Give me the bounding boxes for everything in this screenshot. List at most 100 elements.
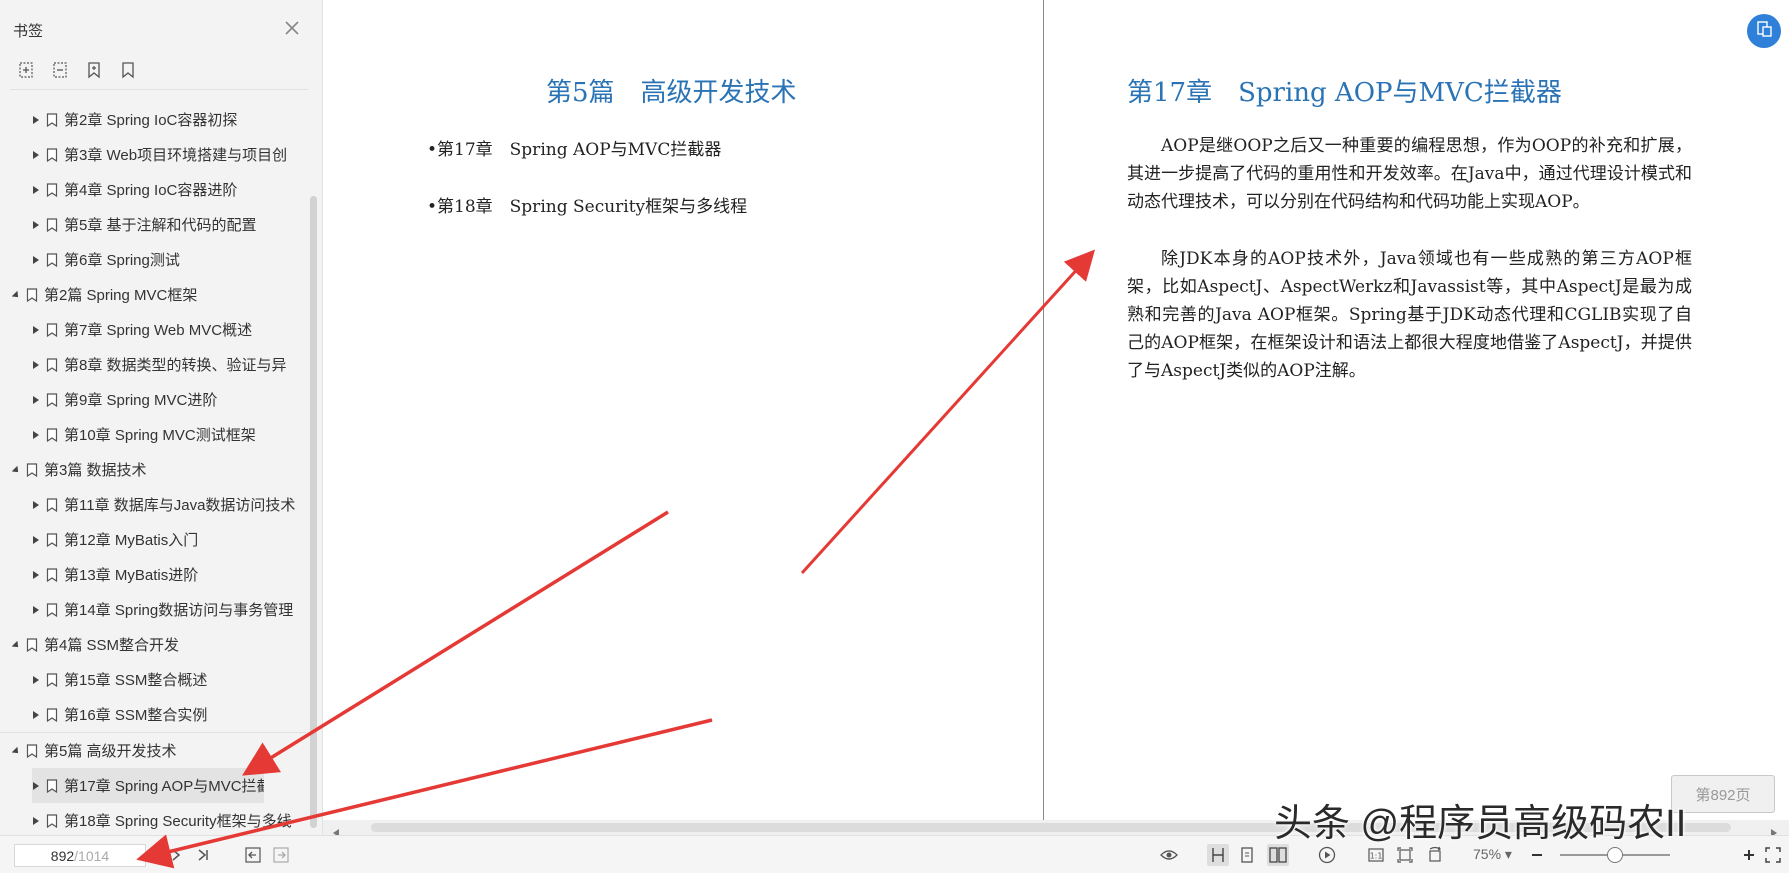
bookmark-label: 第6章 Spring测试 — [64, 252, 180, 269]
fit-page-icon[interactable] — [1394, 844, 1416, 866]
collapsed-triangle-icon[interactable] — [32, 605, 40, 615]
page-number-indicator: 第892页 — [1671, 775, 1775, 813]
collapsed-triangle-icon[interactable] — [32, 570, 40, 580]
bookmark-part[interactable]: 第5篇 高级开发技术 — [0, 732, 306, 768]
continuous-view-icon[interactable] — [1236, 844, 1258, 866]
page-number-input[interactable]: 892/1014 — [14, 844, 146, 867]
two-page-view-icon[interactable] — [1267, 844, 1289, 866]
rotate-icon[interactable] — [1424, 844, 1446, 866]
bookmark-part[interactable]: 第3篇 数据技术 — [0, 452, 306, 487]
paragraph: AOP是继OOP之后又一种重要的编程思想，作为OOP的补充和扩展，其进一步提高了… — [1127, 136, 1692, 212]
bookmark-chapter[interactable]: 第8章 数据类型的转换、验证与异 — [0, 347, 306, 382]
bookmark-label: 第4篇 SSM整合开发 — [44, 637, 180, 654]
expand-all-icon[interactable] — [14, 58, 38, 82]
zoom-in-icon[interactable] — [1738, 844, 1760, 866]
collapsed-triangle-icon[interactable] — [32, 710, 40, 720]
document-view: 第5篇 高级开发技术 •第17章 Spring AOP与MVC拦截器 •第18章… — [323, 0, 1789, 820]
collapsed-triangle-icon[interactable] — [32, 220, 40, 230]
collapsed-triangle-icon[interactable] — [32, 430, 40, 440]
chevron-down-icon: ▾ — [1504, 846, 1512, 862]
bookmark-chapter[interactable]: 第5章 基于注解和代码的配置 — [0, 207, 306, 242]
expanded-triangle-icon[interactable] — [12, 746, 20, 756]
eye-icon[interactable] — [1158, 844, 1180, 866]
toc-entry[interactable]: •第18章 Spring Security框架与多线程 — [427, 192, 747, 217]
bookmark-label: 第4章 Spring IoC容器进阶 — [64, 182, 238, 199]
close-icon[interactable] — [280, 16, 304, 40]
bookmark-icon — [46, 147, 58, 162]
bookmark-chapter[interactable]: 第11章 数据库与Java数据访问技术 — [0, 487, 306, 522]
convert-icon — [1755, 20, 1773, 43]
expanded-triangle-icon[interactable] — [12, 640, 20, 650]
collapsed-triangle-icon[interactable] — [32, 535, 40, 545]
bookmark-chapter[interactable]: 第7章 Spring Web MVC概述 — [0, 312, 306, 347]
bookmark-icon — [46, 497, 58, 512]
bookmark-icon — [26, 287, 38, 302]
bookmark-icon — [46, 252, 58, 267]
bookmark-chapter[interactable]: 第14章 Spring数据访问与事务管理 — [0, 592, 306, 627]
collapsed-triangle-icon[interactable] — [32, 500, 40, 510]
bookmark-chapter[interactable]: 第9章 Spring MVC进阶 — [0, 382, 306, 417]
part-title: 第5篇 高级开发技术 — [546, 78, 797, 108]
zoom-select[interactable]: 75% ▾ — [1473, 846, 1512, 863]
bookmark-chapter[interactable]: 第18章 Spring Security框架与多线 — [0, 803, 306, 838]
collapsed-triangle-icon[interactable] — [32, 150, 40, 160]
bookmark-label: 第15章 SSM整合概述 — [64, 672, 208, 689]
bookmark-chapter[interactable]: 第17章 Spring AOP与MVC拦截器 — [32, 768, 264, 803]
current-page: 892 — [50, 847, 75, 864]
bookmark-label: 第8章 数据类型的转换、验证与异 — [64, 357, 287, 374]
bookmark-icon — [46, 112, 58, 127]
bookmark-part[interactable]: 第4篇 SSM整合开发 — [0, 627, 306, 662]
bookmark-chapter[interactable]: 第13章 MyBatis进阶 — [0, 557, 306, 592]
bookmark-chapter[interactable]: 第12章 MyBatis入门 — [0, 522, 306, 557]
collapsed-triangle-icon[interactable] — [32, 115, 40, 125]
bookmark-chapter[interactable]: 第16章 SSM整合实例 — [0, 697, 306, 732]
bookmark-tree: 第2章 Spring IoC容器初探 第3章 Web项目环境搭建与项目创第4章 S… — [0, 102, 306, 838]
bookmark-label: 第12章 MyBatis入门 — [64, 532, 199, 549]
bookmark-chapter[interactable]: 第3章 Web项目环境搭建与项目创 — [0, 137, 306, 172]
last-page-icon[interactable] — [192, 844, 214, 866]
bookmark-icon — [46, 357, 58, 372]
bookmark-icon — [46, 707, 58, 722]
bookmark-chapter[interactable]: 第15章 SSM整合概述 — [0, 662, 306, 697]
sidebar-scrollbar[interactable] — [310, 196, 317, 828]
collapsed-triangle-icon[interactable] — [32, 185, 40, 195]
expanded-triangle-icon[interactable] — [12, 465, 20, 475]
collapse-all-icon[interactable] — [48, 58, 72, 82]
collapsed-triangle-icon[interactable] — [32, 360, 40, 370]
zoom-slider-handle[interactable] — [1607, 847, 1623, 863]
expanded-triangle-icon[interactable] — [12, 290, 20, 300]
add-bookmark-icon[interactable] — [82, 58, 106, 82]
bookmark-chapter[interactable]: 第10章 Spring MVC测试框架 — [0, 417, 306, 452]
total-pages: 1014 — [78, 847, 110, 864]
bookmark-icon — [26, 637, 38, 652]
back-icon[interactable] — [242, 844, 264, 866]
collapsed-triangle-icon[interactable] — [32, 325, 40, 335]
collapsed-triangle-icon[interactable] — [32, 675, 40, 685]
collapsed-triangle-icon[interactable] — [32, 781, 40, 791]
zoom-out-icon[interactable] — [1526, 844, 1548, 866]
actual-size-icon[interactable]: 1:1 — [1365, 844, 1387, 866]
next-page-icon[interactable] — [165, 844, 187, 866]
bookmark-icon[interactable] — [116, 58, 140, 82]
bookmark-icon — [46, 322, 58, 337]
forward-icon[interactable] — [270, 844, 292, 866]
page-divider — [1043, 0, 1044, 820]
bookmark-icon — [46, 602, 58, 617]
bookmark-icon — [26, 743, 38, 758]
convert-tool-button[interactable] — [1747, 14, 1781, 48]
bookmark-chapter[interactable]: 第4章 Spring IoC容器进阶 — [0, 172, 306, 207]
toc-entry[interactable]: •第17章 Spring AOP与MVC拦截器 — [427, 135, 721, 160]
bookmark-chapter[interactable]: 第6章 Spring测试 — [0, 242, 306, 277]
bookmark-chapter[interactable]: 第2章 Spring IoC容器初探 — [0, 102, 306, 137]
single-page-view-icon[interactable] — [1207, 844, 1229, 866]
collapsed-triangle-icon[interactable] — [32, 816, 40, 826]
bookmark-panel-header: 书签 — [0, 0, 322, 58]
bookmark-part[interactable]: 第2篇 Spring MVC框架 — [0, 277, 306, 312]
play-icon[interactable] — [1316, 844, 1338, 866]
fullscreen-icon[interactable] — [1762, 844, 1784, 866]
collapsed-triangle-icon[interactable] — [32, 395, 40, 405]
collapsed-triangle-icon[interactable] — [32, 255, 40, 265]
bookmark-icon — [46, 427, 58, 442]
bookmark-panel: 书签 第2章 Spring IoC容器初探 第3章 Web项目环境搭建与项目创第4… — [0, 0, 323, 835]
bookmark-icon — [46, 182, 58, 197]
